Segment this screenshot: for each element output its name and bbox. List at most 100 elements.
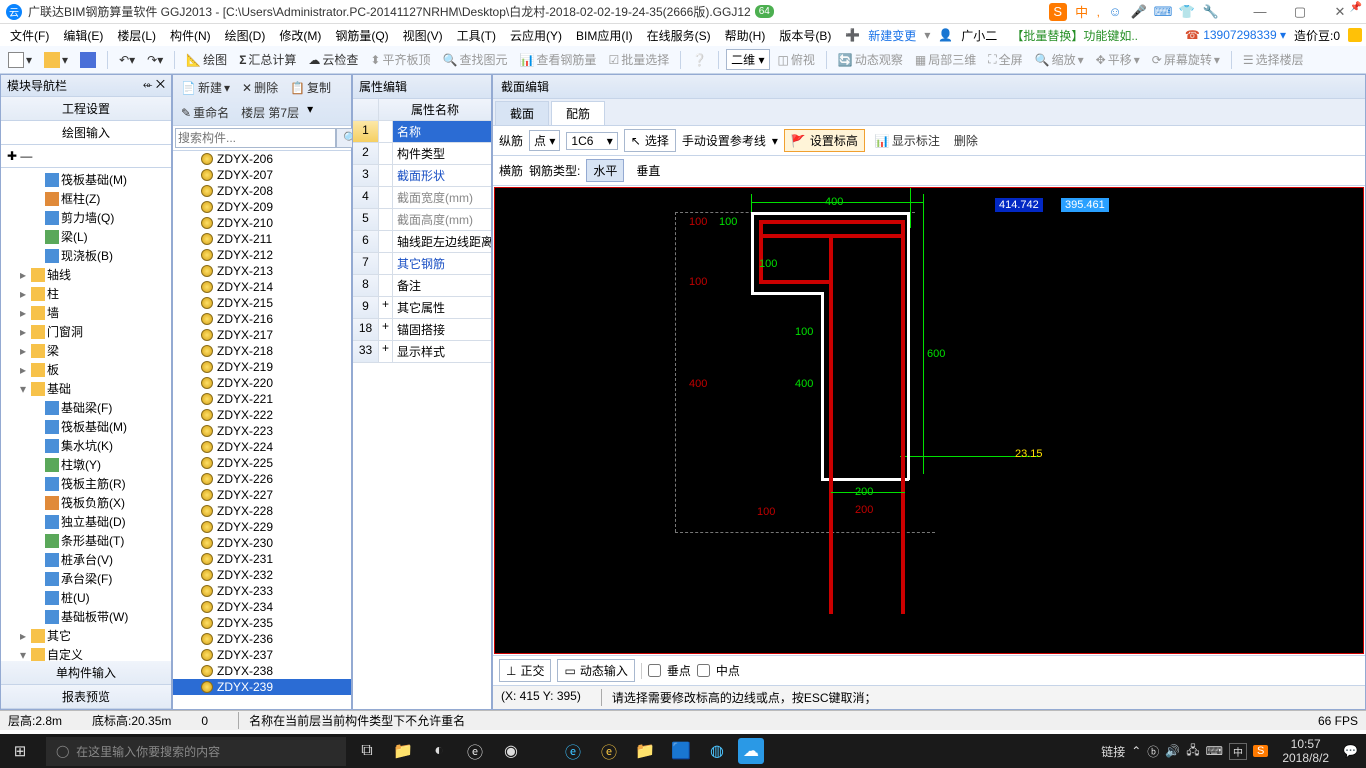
tree-item[interactable]: 筏板基础(M) [3,417,169,436]
comp-item[interactable]: ZDYX-232 [173,567,351,583]
menu-cloud[interactable]: 云应用(Y) [504,25,568,46]
tb-open[interactable]: ▾ [40,50,72,70]
tree-item[interactable]: ▸板 [3,360,169,379]
taskbar-search[interactable]: ◯ 在这里输入你要搜索的内容 [46,737,346,766]
ime-shirt-icon[interactable]: 👕 [1178,3,1196,21]
prop-row[interactable]: 4截面宽度(mm) [353,187,491,209]
comp-item[interactable]: ZDYX-221 [173,391,351,407]
tree-item[interactable]: ▸墙 [3,303,169,322]
comp-item[interactable]: ZDYX-208 [173,183,351,199]
prop-row[interactable]: 2构件类型 [353,143,491,165]
tb-rot[interactable]: ⟳ 屏幕旋转 ▾ [1148,49,1224,70]
tb-find[interactable]: 🔍 查找图元 [439,49,512,70]
comp-item[interactable]: ZDYX-206 [173,151,351,167]
prop-row[interactable]: 6轴线距左边线距离 [353,231,491,253]
comp-floor[interactable]: 楼层 第7层 [237,102,303,123]
ortho-button[interactable]: ⊥ 正交 [499,659,551,682]
ie2-icon[interactable]: ⓔ [594,734,624,768]
tb-viewsteel[interactable]: 📊 查看钢筋量 [515,49,600,70]
tb-help[interactable]: ❔ [688,51,711,69]
menu-help[interactable]: 帮助(H) [719,25,772,46]
canvas[interactable]: 414.742 395.461 23.15 400 [494,187,1364,654]
notif-icon[interactable]: 💬 [1343,744,1358,758]
tree-item[interactable]: 柱墩(Y) [3,455,169,474]
tb-full[interactable]: ⛶ 全屏 [984,49,1026,70]
tb-draw[interactable]: 📐绘图 [182,49,231,70]
tb-batch[interactable]: ☑ 批量选择 [604,49,673,70]
nav-sec-draw[interactable]: 绘图输入 [1,121,171,145]
menu-tool[interactable]: 工具(T) [451,25,502,46]
comp-rename[interactable]: ✎重命名 [177,102,233,123]
tb-undo[interactable]: ↶▾ [115,51,139,69]
comp-item[interactable]: ZDYX-227 [173,487,351,503]
prop-grid[interactable]: 1名称2构件类型3截面形状4截面宽度(mm)5截面高度(mm)6轴线距左边线距离… [353,121,491,709]
mid-check[interactable] [697,664,710,677]
comp-item[interactable]: ZDYX-230 [173,535,351,551]
menu-online[interactable]: 在线服务(S) [641,25,717,46]
taskview-icon[interactable]: ⧉ [352,734,382,768]
tree-item[interactable]: 基础梁(F) [3,398,169,417]
comp-item[interactable]: ZDYX-220 [173,375,351,391]
link-label[interactable]: 链接 [1101,743,1125,760]
ime-s-icon[interactable]: S [1049,3,1067,21]
elev-button[interactable]: 🚩 设置标高 [784,129,865,152]
nav-tree[interactable]: 筏板基础(M)框柱(Z)剪力墙(Q)梁(L)现浇板(B)▸轴线▸柱▸墙▸门窗洞▸… [1,168,171,661]
nav-sec-report[interactable]: 报表预览 [1,685,171,709]
tree-item[interactable]: 独立基础(D) [3,512,169,531]
app3-icon[interactable]: 🟦 [666,734,696,768]
comp-item[interactable]: ZDYX-211 [173,231,351,247]
prop-row[interactable]: 7其它钢筋 [353,253,491,275]
comp-copy[interactable]: 📋复制 [286,77,335,98]
ime-mic-icon[interactable]: 🎤 [1130,3,1148,21]
tb-flat[interactable]: ⬍ 平齐板顶 [366,49,434,70]
tray-up-icon[interactable]: ⌃ [1131,744,1141,758]
comp-item[interactable]: ZDYX-219 [173,359,351,375]
horiz-button[interactable]: 水平 [586,159,624,182]
comp-item[interactable]: ZDYX-215 [173,295,351,311]
prop-tab[interactable]: 属性编辑 [353,75,491,99]
menu-draw[interactable]: 绘图(D) [219,25,272,46]
tb-save[interactable] [76,50,100,70]
menu-modify[interactable]: 修改(M) [273,25,327,46]
new-change-link[interactable]: 新建变更 [862,25,922,46]
tree-item[interactable]: 承台梁(F) [3,569,169,588]
comp-item[interactable]: ZDYX-234 [173,599,351,615]
tree-item[interactable]: 筏板基础(M) [3,170,169,189]
del-button[interactable]: 删除 [950,130,982,151]
tree-item[interactable]: ▾自定义 [3,645,169,661]
tb-selfloor[interactable]: ☰ 选择楼层 [1239,49,1308,70]
prop-row[interactable]: 8备注 [353,275,491,297]
tree-item[interactable]: 桩(U) [3,588,169,607]
tree-item[interactable]: 集水坑(K) [3,436,169,455]
pin-icon[interactable]: 📌 [1350,2,1362,13]
start-button[interactable]: ⊞ [0,734,40,768]
comp-item[interactable]: ZDYX-210 [173,215,351,231]
ime-tool-icon[interactable]: 🔧 [1202,3,1220,21]
minimize-button[interactable]: — [1240,4,1280,19]
batch-link[interactable]: 【批量替换】功能键如.. [1005,25,1144,46]
tray-bt-icon[interactable]: ⓑ [1147,743,1159,760]
tab-rebar[interactable]: 配筋 [551,101,605,125]
app2-icon[interactable]: ◉ [496,734,526,768]
tab-section[interactable]: 截面 [495,101,549,125]
prop-row[interactable]: 9+其它属性 [353,297,491,319]
phone-link[interactable]: ☎ 13907298339 ▾ [1185,28,1286,42]
spec-combo[interactable]: 1C6 ▾ [566,132,617,150]
menu-edit[interactable]: 编辑(E) [57,25,109,46]
tree-item[interactable]: 基础板带(W) [3,607,169,626]
comp-item[interactable]: ZDYX-222 [173,407,351,423]
ime-cn-icon[interactable]: 中 [1073,3,1091,21]
comp-item[interactable]: ZDYX-207 [173,167,351,183]
tb-sum[interactable]: Σ 汇总计算 [235,49,300,70]
ref-button[interactable]: 手动设置参考线 [682,132,766,149]
tb-cloud[interactable]: ☁ 云检查 [304,49,362,70]
comp-item[interactable]: ZDYX-216 [173,311,351,327]
comp-item[interactable]: ZDYX-214 [173,279,351,295]
ime-face-icon[interactable]: ☺ [1106,3,1124,21]
tray-kbd-icon[interactable]: ⌨ [1206,744,1223,758]
tb-pan[interactable]: ✥ 平移 ▾ [1092,49,1144,70]
tray-ime-icon[interactable]: 中 [1229,743,1247,760]
menu-bim[interactable]: BIM应用(I) [570,25,639,46]
ime-kbd-icon[interactable]: ⌨ [1154,3,1172,21]
nav-sec-project[interactable]: 工程设置 [1,97,171,121]
